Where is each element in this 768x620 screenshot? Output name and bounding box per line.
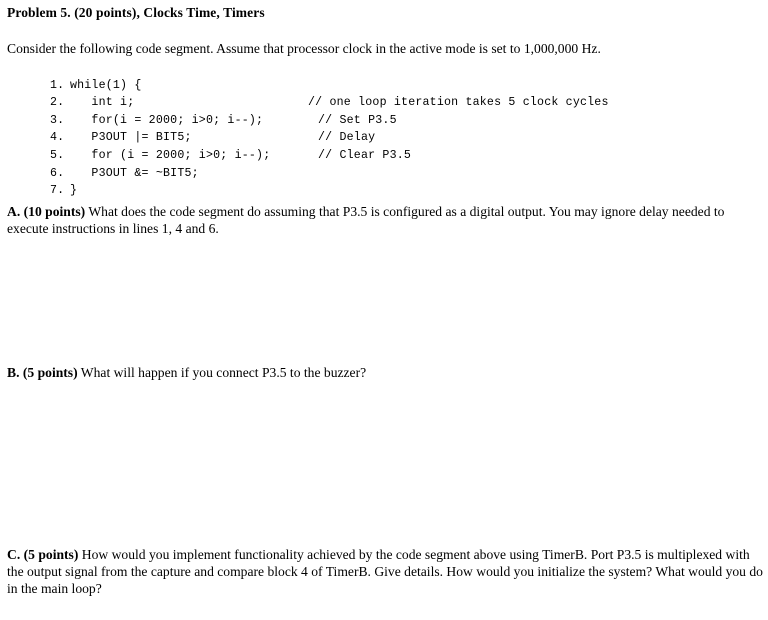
code-line-comment: // Clear P3.5 (318, 148, 412, 162)
answer-area-b (7, 384, 759, 542)
code-line-number: 7. (49, 184, 65, 198)
code-line-comment: // Delay (318, 131, 376, 145)
code-line: 7.} (7, 165, 762, 197)
question-b-body: What will happen if you connect P3.5 to … (77, 365, 367, 380)
code-line: 4. P3OUT |= BIT5; // Set P3.5 (7, 112, 762, 145)
question-a-body: What does the code segment do assuming t… (7, 204, 725, 236)
question-b: B. (5 points) What will happen if you co… (7, 364, 759, 381)
question-b-label: B. (5 points) (7, 365, 78, 380)
answer-area-a (7, 240, 759, 360)
code-line: 5. for (i = 2000; i>0; i--); // Delay (7, 129, 762, 162)
intro-paragraph: Consider the following code segment. Ass… (7, 41, 601, 56)
code-line-text: } (69, 184, 78, 198)
question-c-label: C. (5 points) (7, 547, 79, 562)
exam-problem-page: Problem 5. (20 points), Clocks Time, Tim… (0, 0, 768, 620)
page-title: Problem 5. (20 points), Clocks Time, Tim… (7, 5, 265, 20)
code-line: 6. P3OUT &= ~BIT5; // Clear P3.5 (7, 147, 762, 180)
question-c-body: How would you implement functionality ac… (7, 547, 763, 596)
question-a: A. (10 points) What does the code segmen… (7, 203, 759, 237)
code-line-comment: // Set P3.5 (318, 113, 397, 127)
code-line: 3. for(i = 2000; i>0; i--); // one loop … (7, 94, 762, 127)
code-segment: 1. while(1) { 2. int i; 3. for(i = 2000; … (7, 59, 762, 198)
code-line: 1. while(1) { (7, 59, 762, 92)
code-line: 2. int i; (7, 77, 762, 109)
question-a-label: A. (10 points) (7, 204, 86, 219)
question-c: C. (5 points) How would you implement fu… (7, 546, 767, 597)
code-line-comment: // one loop iteration takes 5 clock cycl… (308, 96, 609, 110)
